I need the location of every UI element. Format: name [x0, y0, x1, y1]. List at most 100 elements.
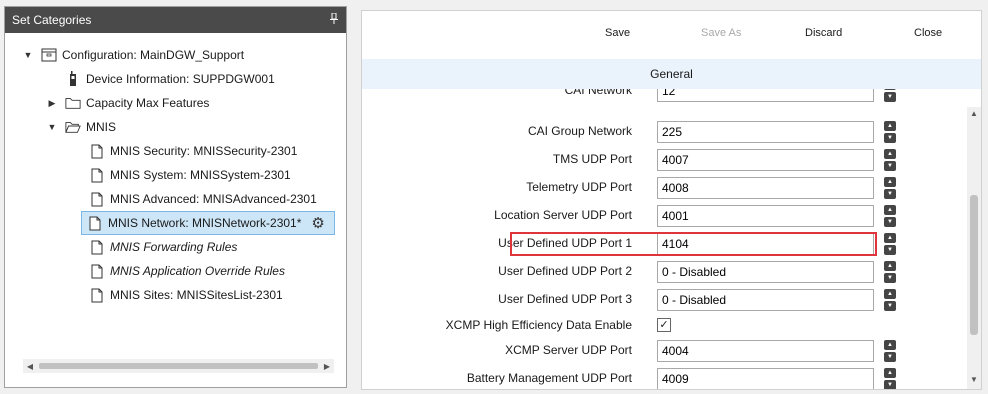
tree-item-device-information[interactable]: Device Information: SUPPDGW001 [47, 67, 275, 91]
discard-button[interactable]: Discard [805, 27, 842, 39]
form-row-xcmp-server-udp-port: XCMP Server UDP Port ▲▼ [362, 339, 967, 363]
tree-item-mnis-sites[interactable]: MNIS Sites: MNISSitesList-2301 [71, 283, 283, 307]
telemetry-udp-port-input[interactable] [657, 177, 874, 199]
collapse-arrow-icon[interactable]: ▼ [47, 122, 57, 132]
close-button[interactable]: Close [914, 27, 942, 39]
field-label: XCMP High Efficiency Data Enable [445, 318, 632, 332]
tree-item-mnis-security[interactable]: MNIS Security: MNISSecurity-2301 [71, 139, 297, 163]
folder-open-icon [65, 118, 81, 136]
scroll-thumb[interactable] [970, 195, 978, 335]
tree-item-label: MNIS System: MNISSystem-2301 [110, 168, 291, 182]
tree-item-mnis-system[interactable]: MNIS System: MNISSystem-2301 [71, 163, 291, 187]
spinner[interactable]: ▲▼ [884, 340, 896, 362]
panel-header: Set Categories [5, 7, 346, 33]
expand-arrow-icon[interactable]: ▶ [47, 98, 57, 109]
scroll-up-icon[interactable]: ▲ [967, 107, 981, 121]
document-icon [89, 166, 105, 184]
spin-down-icon[interactable]: ▼ [884, 92, 896, 102]
xcmp-high-efficiency-checkbox[interactable]: ✓ [657, 318, 671, 332]
field-label: XCMP Server UDP Port [505, 343, 632, 357]
field-label: TMS UDP Port [552, 152, 632, 166]
spin-up-icon[interactable]: ▲ [884, 233, 896, 243]
save-as-button[interactable]: Save As [701, 27, 741, 39]
spin-up-icon[interactable]: ▲ [884, 121, 896, 131]
field-label: CAI Group Network [527, 124, 632, 138]
tree-item-label: Configuration: MainDGW_Support [62, 48, 245, 62]
pin-icon[interactable] [329, 13, 339, 27]
tree-item-mnis[interactable]: ▼ MNIS [47, 115, 116, 139]
spin-up-icon[interactable]: ▲ [884, 368, 896, 378]
collapse-arrow-icon[interactable]: ▼ [23, 50, 33, 60]
spin-down-icon[interactable]: ▼ [884, 133, 896, 143]
spin-up-icon[interactable]: ▲ [884, 177, 896, 187]
tree-item-label: Capacity Max Features [86, 96, 210, 110]
scroll-thumb[interactable] [39, 363, 318, 369]
field-label: User Defined UDP Port 2 [498, 264, 632, 278]
tree-item-label: Device Information: SUPPDGW001 [86, 72, 275, 86]
spin-up-icon[interactable]: ▲ [884, 340, 896, 350]
spin-up-icon[interactable]: ▲ [884, 149, 896, 159]
scroll-down-icon[interactable]: ▼ [967, 373, 981, 387]
spinner[interactable]: ▲▼ [884, 368, 896, 389]
tree-item-mnis-application-override-rules[interactable]: MNIS Application Override Rules [71, 259, 285, 283]
scroll-right-icon[interactable]: ▶ [320, 362, 334, 371]
spinner[interactable]: ▲▼ [884, 233, 896, 255]
tree-item-label: MNIS Forwarding Rules [110, 240, 238, 254]
user-defined-udp-port-2-input[interactable] [657, 261, 874, 283]
horizontal-scrollbar[interactable]: ◀ ▶ [23, 359, 334, 373]
document-icon [89, 286, 105, 304]
field-label: Location Server UDP Port [494, 208, 632, 222]
panel-title: Set Categories [12, 13, 92, 27]
tree-item-mnis-forwarding-rules[interactable]: MNIS Forwarding Rules [71, 235, 237, 259]
device-icon [65, 70, 81, 88]
location-server-udp-port-input[interactable] [657, 205, 874, 227]
scroll-left-icon[interactable]: ◀ [23, 362, 37, 371]
spinner[interactable]: ▲▼ [884, 261, 896, 283]
tree-item-label: MNIS [86, 120, 116, 134]
spin-down-icon[interactable]: ▼ [884, 245, 896, 255]
spinner[interactable]: ▲▼ [884, 121, 896, 143]
spin-down-icon[interactable]: ▼ [884, 273, 896, 283]
section-header-general[interactable]: General [362, 59, 981, 89]
scroll-track[interactable] [37, 361, 320, 371]
user-defined-udp-port-3-input[interactable] [657, 289, 874, 311]
spin-up-icon[interactable]: ▲ [884, 205, 896, 215]
field-label: CAI Network [564, 89, 632, 97]
spin-up-icon[interactable]: ▲ [884, 261, 896, 271]
tms-udp-port-input[interactable] [657, 149, 874, 171]
gear-icon[interactable]: ⚙ [311, 216, 324, 231]
form-row-battery-management-udp-port: Battery Management UDP Port ▲▼ [362, 367, 967, 389]
spin-up-icon[interactable]: ▲ [884, 289, 896, 299]
spinner[interactable]: ▲▼ [884, 149, 896, 171]
tree-item-capacity-max-features[interactable]: ▶ Capacity Max Features [47, 91, 210, 115]
cai-network-input[interactable] [657, 89, 874, 102]
tree-item-mnis-network[interactable]: MNIS Network: MNISNetwork-2301* ⚙ [81, 211, 335, 235]
form-row-user-defined-udp-port-3: User Defined UDP Port 3 ▲▼ [362, 288, 967, 312]
form-row-user-defined-udp-port-2: User Defined UDP Port 2 ▲▼ [362, 260, 967, 284]
xcmp-server-udp-port-input[interactable] [657, 340, 874, 362]
form-row-cai-group-network: CAI Group Network ▲▼ [362, 120, 967, 144]
spin-down-icon[interactable]: ▼ [884, 352, 896, 362]
tree-item-label: MNIS Network: MNISNetwork-2301* [108, 216, 302, 230]
form-area: CAI Network ▲▼ CAI Group Network ▲▼ TMS … [362, 89, 967, 389]
battery-management-udp-port-input[interactable] [657, 368, 874, 389]
set-categories-panel: Set Categories ▼ Configuration: MainDGW_… [4, 6, 347, 388]
cai-group-network-input[interactable] [657, 121, 874, 143]
tree-item-mnis-advanced[interactable]: MNIS Advanced: MNISAdvanced-2301 [71, 187, 317, 211]
spinner[interactable]: ▲▼ [884, 177, 896, 199]
spin-down-icon[interactable]: ▼ [884, 189, 896, 199]
spinner[interactable]: ▲▼ [884, 89, 896, 102]
tree-item-configuration[interactable]: ▼ Configuration: MainDGW_Support [23, 43, 245, 67]
save-button[interactable]: Save [605, 27, 630, 39]
form-row-location-server-udp-port: Location Server UDP Port ▲▼ [362, 204, 967, 228]
spinner[interactable]: ▲▼ [884, 289, 896, 311]
vertical-scrollbar[interactable]: ▲ ▼ [967, 107, 981, 389]
tree-item-label: MNIS Security: MNISSecurity-2301 [110, 144, 298, 158]
spinner[interactable]: ▲▼ [884, 205, 896, 227]
spin-down-icon[interactable]: ▼ [884, 161, 896, 171]
spin-up-icon[interactable]: ▲ [884, 89, 896, 90]
form-row-xcmp-high-efficiency: XCMP High Efficiency Data Enable ✓ [362, 314, 967, 338]
spin-down-icon[interactable]: ▼ [884, 380, 896, 389]
spin-down-icon[interactable]: ▼ [884, 301, 896, 311]
spin-down-icon[interactable]: ▼ [884, 217, 896, 227]
